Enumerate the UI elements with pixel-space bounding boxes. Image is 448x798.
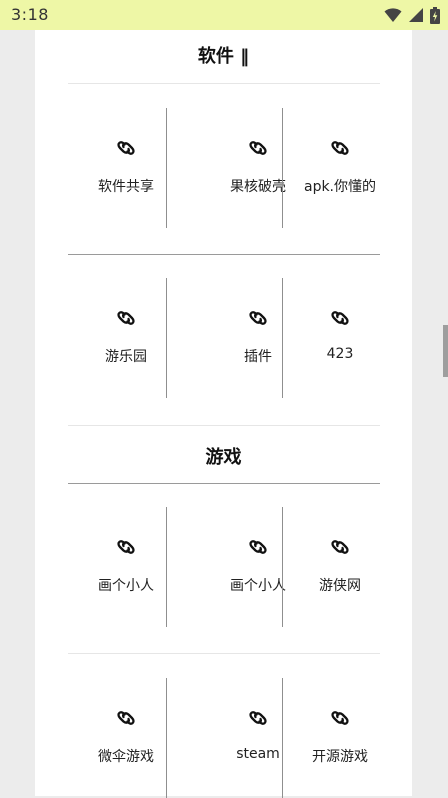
link-icon	[117, 141, 135, 155]
grid-item[interactable]: apk.你懂的	[282, 108, 398, 228]
section-title-games: 游戏	[205, 447, 242, 468]
divider	[68, 83, 380, 84]
wifi-icon	[384, 8, 402, 22]
link-icon	[249, 141, 267, 155]
divider	[166, 278, 167, 398]
link-icon	[249, 711, 267, 725]
grid-item[interactable]: 423	[282, 278, 398, 398]
grid-item-label: 开源游戏	[312, 749, 368, 765]
signal-icon	[409, 8, 423, 22]
link-icon	[117, 311, 135, 325]
grid-item[interactable]: 开源游戏	[282, 678, 398, 798]
grid-row-software-1: 软件共享 果核破壳 apk.你懂的	[68, 108, 380, 228]
divider	[166, 108, 167, 228]
grid-row-games-2: 微伞游戏 steam 开源游戏	[68, 678, 380, 798]
divider	[68, 425, 380, 426]
link-icon	[117, 540, 135, 554]
grid-item-label: 423	[326, 346, 354, 362]
divider	[166, 678, 167, 798]
content-card: 软件 ‖ 软件共享 果核破壳 apk.你懂的 游乐园 插件 423 游戏 画个小…	[35, 30, 412, 798]
grid-row-software-2: 游乐园 插件 423	[68, 278, 380, 398]
grid-item[interactable]: 游侠网	[282, 507, 398, 627]
link-icon	[331, 711, 349, 725]
grid-item-label: apk.你懂的	[303, 179, 377, 195]
divider	[68, 483, 380, 484]
divider	[166, 507, 167, 627]
status-time: 3:18	[11, 5, 49, 24]
link-icon	[331, 311, 349, 325]
divider	[68, 254, 380, 255]
link-icon	[331, 540, 349, 554]
status-bar: 3:18	[0, 0, 448, 30]
section-title-software: 软件 ‖	[197, 46, 250, 67]
link-icon	[249, 540, 267, 554]
system-icons	[384, 6, 440, 24]
link-icon	[117, 711, 135, 725]
grid-item-label: 游侠网	[319, 578, 361, 594]
scrollbar-thumb[interactable]	[443, 325, 448, 377]
divider	[68, 653, 380, 654]
link-icon	[331, 141, 349, 155]
grid-row-games-1: 画个小人 画个小人 游侠网	[68, 507, 380, 627]
battery-icon	[430, 6, 440, 24]
link-icon	[249, 311, 267, 325]
